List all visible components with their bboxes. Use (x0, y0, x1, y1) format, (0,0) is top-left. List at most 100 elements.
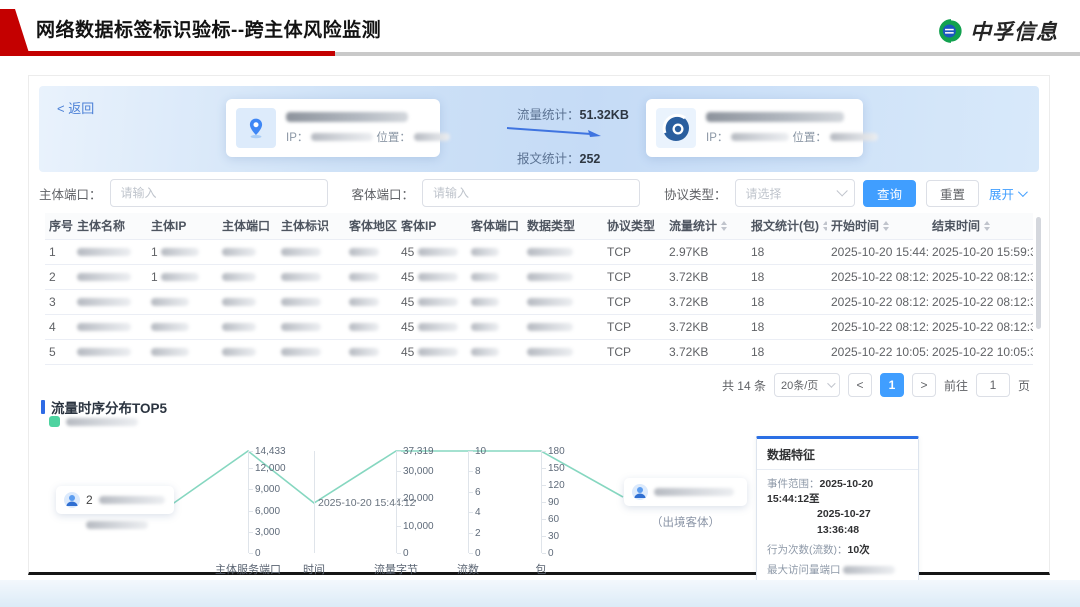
axis-3 (468, 451, 469, 553)
table-cell (218, 289, 277, 314)
packet-stat-label: 报文统计： (517, 152, 580, 166)
table-row[interactable]: 345 TCP3.72KB182025-10-22 08:12:302025-1… (45, 289, 1033, 314)
axis-0 (248, 451, 249, 553)
column-header-11[interactable]: 报文统计(包) (747, 213, 827, 239)
tick-label: 20,000 (403, 493, 434, 504)
table-cell: 45 (397, 264, 467, 289)
next-page-button[interactable]: > (912, 373, 936, 397)
tick-mark (542, 553, 546, 554)
flow-table: 序号主体名称主体IP主体端口主体标识客体地区客体IP客体端口数据类型协议类型流量… (45, 213, 1033, 365)
redacted-cell (161, 273, 199, 281)
reset-button[interactable]: 重置 (926, 180, 979, 207)
chart-legend[interactable] (49, 416, 138, 427)
back-button[interactable]: < 返回 (57, 98, 94, 117)
prev-page-button[interactable]: < (848, 373, 872, 397)
tick-mark (249, 511, 253, 512)
table-cell: TCP (603, 239, 665, 264)
sort-icon[interactable] (823, 221, 827, 231)
table-cell: 18 (747, 289, 827, 314)
table-cell: 2025-10-22 10:05:32 (827, 339, 928, 364)
table-row[interactable]: 11 45 TCP2.97KB182025-10-20 15:44:122025… (45, 239, 1033, 264)
chevron-down-icon (1018, 187, 1028, 197)
table-cell: 2025-10-22 08:12:35 (827, 314, 928, 339)
column-header-9: 协议类型 (603, 213, 665, 239)
redacted-cell (151, 323, 189, 331)
main-panel: < 返回 IP： 位置： (28, 75, 1050, 575)
tick-mark (397, 553, 401, 554)
tick-mark (469, 492, 473, 493)
flow-overview-panel: < 返回 IP： 位置： (39, 86, 1039, 172)
table-cell: 18 (747, 239, 827, 264)
redacted-cell (281, 248, 321, 256)
tick-label: 10,000 (403, 521, 434, 532)
filter-bar: 主体端口： 客体端口： 协议类型： 请选择 查询 重置 展开 (39, 177, 1041, 209)
table-cell (218, 264, 277, 289)
table-row[interactable]: 545 TCP3.72KB182025-10-22 10:05:322025-1… (45, 339, 1033, 364)
event-range-value-2: 2025-10-27 13:36:48 (817, 507, 908, 537)
chart-source-entity[interactable]: 2 (56, 486, 174, 514)
event-range-row: 事件范围：2025-10-20 15:44:12至 2025-10-27 13:… (767, 477, 908, 538)
tick-mark (397, 451, 401, 452)
redacted-cell (222, 348, 256, 356)
target-location-label: 位置： (792, 129, 827, 145)
object-port-input[interactable] (433, 186, 629, 200)
tick-mark (469, 471, 473, 472)
subject-port-label: 主体端口： (39, 184, 102, 203)
redacted-cell (222, 273, 256, 281)
tick-mark (249, 451, 253, 452)
table-scrollbar-thumb[interactable] (1036, 217, 1041, 329)
redacted-cell (527, 298, 573, 306)
redacted-cell (471, 348, 499, 356)
tick-label: 4 (475, 507, 481, 518)
table-cell: 45 (397, 339, 467, 364)
tick-label: 12,000 (255, 463, 286, 474)
table-cell (73, 264, 147, 289)
redacted-cell (77, 298, 131, 306)
tick-mark (542, 485, 546, 486)
page-unit-label: 页 (1018, 377, 1030, 394)
column-header-13[interactable]: 结束时间 (928, 213, 1033, 239)
tick-label: 0 (548, 548, 554, 559)
table-cell: 2025-10-22 10:05:32 (928, 339, 1033, 364)
column-header-12[interactable]: 开始时间 (827, 213, 928, 239)
user-avatar-icon (64, 492, 80, 508)
tick-mark (469, 451, 473, 452)
table-cell: 2025-10-22 08:12:30 (928, 289, 1033, 314)
redacted-cell (281, 348, 321, 356)
legend-label-redacted (66, 418, 138, 426)
redacted-cell (281, 323, 321, 331)
table-cell: 2025-10-22 08:12:30 (827, 289, 928, 314)
page-size-select[interactable]: 20条/页 (774, 373, 840, 397)
sort-icon[interactable] (984, 221, 990, 231)
table-cell (277, 289, 345, 314)
chart-object-entity[interactable] (624, 478, 747, 506)
tick-label: 60 (548, 514, 559, 525)
tick-mark (542, 502, 546, 503)
protocol-type-select[interactable]: 请选择 (735, 179, 855, 207)
expand-button[interactable]: 展开 (989, 184, 1025, 203)
redacted-cell (471, 323, 499, 331)
sort-icon[interactable] (883, 221, 889, 231)
table-row[interactable]: 21 45 TCP3.72KB182025-10-22 08:12:292025… (45, 264, 1033, 289)
table-row[interactable]: 445 TCP3.72KB182025-10-22 08:12:352025-1… (45, 314, 1033, 339)
goto-page-input[interactable]: 1 (976, 373, 1010, 397)
table-cell (147, 314, 218, 339)
feature-panel-title: 数据特征 (757, 439, 918, 470)
sort-icon[interactable] (721, 221, 727, 231)
page-1-button[interactable]: 1 (880, 373, 904, 397)
redacted-cell (418, 273, 458, 281)
table-scrollbar[interactable] (1036, 215, 1041, 365)
object-entity-redacted (654, 488, 734, 496)
tick-label: 0 (255, 548, 261, 559)
protocol-type-label: 协议类型： (664, 184, 727, 203)
table-cell (277, 239, 345, 264)
chart-title-text: 流量时序分布TOP5 (51, 397, 167, 417)
object-port-label: 客体端口： (352, 184, 415, 203)
source-ip-row: IP： 位置： (286, 129, 450, 145)
table-cell (277, 314, 345, 339)
table-cell (147, 289, 218, 314)
title-marker (41, 400, 45, 414)
search-button[interactable]: 查询 (863, 180, 916, 207)
subject-port-input[interactable] (121, 186, 317, 200)
column-header-10[interactable]: 流量统计 (665, 213, 747, 239)
